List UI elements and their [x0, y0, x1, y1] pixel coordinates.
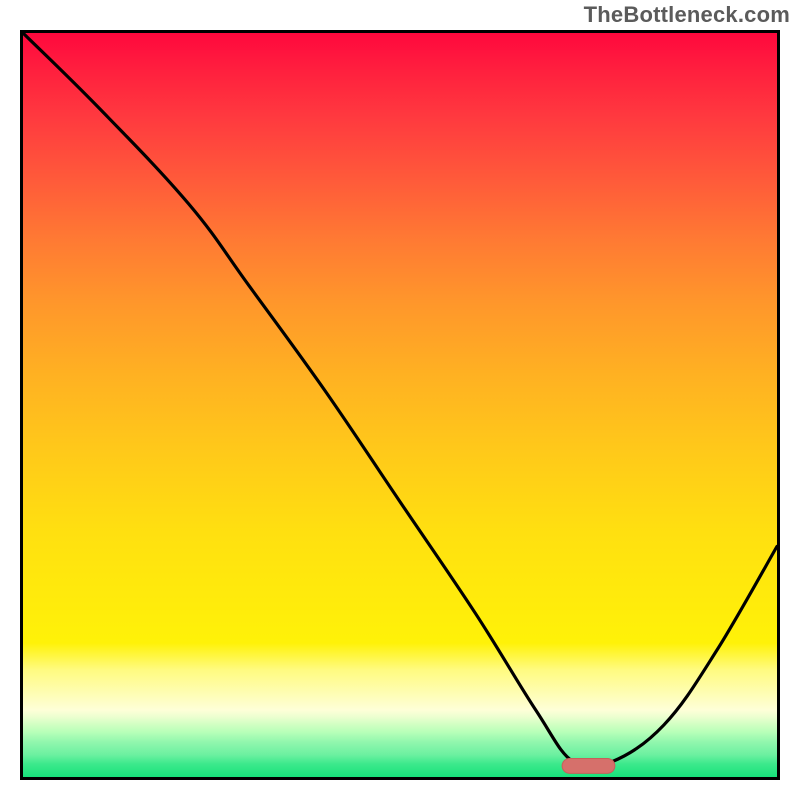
- chart-overlay: [23, 33, 777, 777]
- optimal-marker: [562, 758, 615, 773]
- plot-area: [20, 30, 780, 780]
- watermark-text: TheBottleneck.com: [584, 2, 790, 28]
- bottleneck-curve: [23, 33, 777, 768]
